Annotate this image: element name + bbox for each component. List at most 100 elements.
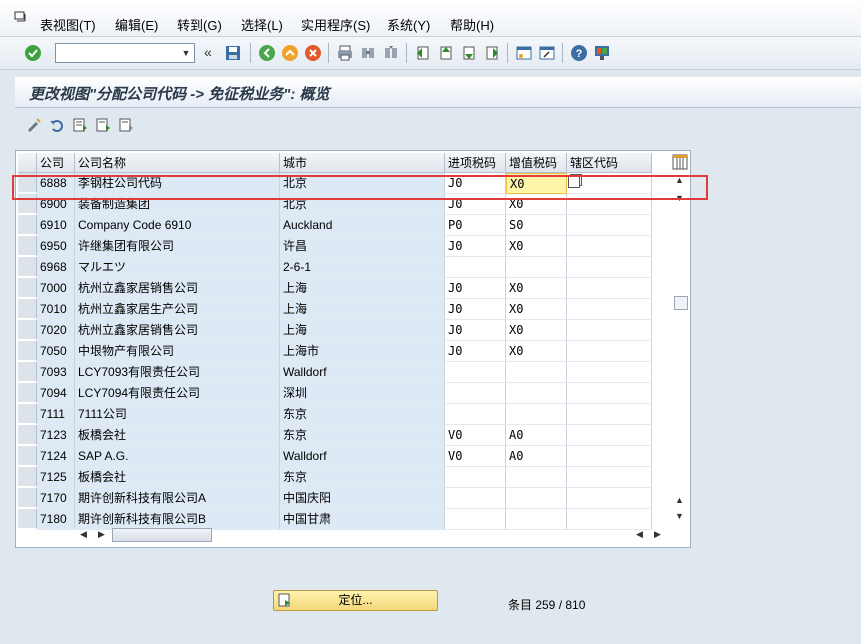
cell-vat-code[interactable]: A0 — [506, 425, 567, 446]
row-selector[interactable] — [18, 194, 37, 214]
menu-utilities[interactable]: 实用程序(S) — [301, 15, 370, 34]
row-selector[interactable] — [18, 509, 37, 529]
scroll-page-down-icon[interactable]: ▼ — [675, 193, 684, 203]
cell-input-tax-code[interactable] — [445, 257, 506, 278]
scroll-down-icon[interactable]: ▼ — [675, 511, 684, 521]
row-selector[interactable] — [18, 320, 37, 340]
select-block-icon[interactable] — [94, 116, 112, 134]
first-page-icon[interactable] — [414, 44, 432, 62]
column-header-city[interactable]: 城市 — [280, 153, 445, 173]
cell-input-tax-code[interactable] — [445, 488, 506, 509]
back-icon[interactable] — [258, 44, 276, 62]
system-menu-icon[interactable] — [14, 11, 26, 23]
menu-help[interactable]: 帮助(H) — [450, 15, 494, 34]
undo-icon[interactable] — [48, 116, 66, 134]
column-header-input-tax[interactable]: 进项税码 — [445, 153, 506, 173]
cell-input-tax-code[interactable]: J0 — [445, 320, 506, 341]
cell-input-tax-code[interactable]: J0 — [445, 341, 506, 362]
find-next-icon[interactable] — [382, 44, 400, 62]
cell-input-tax-code[interactable]: J0 — [445, 173, 506, 194]
shortcut-icon[interactable] — [538, 44, 556, 62]
menu-edit[interactable]: 编辑(E) — [115, 15, 158, 34]
cell-jurisdiction-code[interactable] — [567, 320, 652, 341]
row-selector[interactable] — [18, 215, 37, 235]
scroll-right-icon[interactable]: ▶ — [98, 529, 105, 540]
cell-vat-code[interactable]: X0 — [506, 341, 567, 362]
cell-vat-code[interactable]: X0 — [506, 173, 567, 194]
menu-goto[interactable]: 转到(G) — [177, 15, 222, 34]
row-selector[interactable] — [18, 257, 37, 277]
cell-jurisdiction-code[interactable] — [567, 194, 652, 215]
cell-jurisdiction-code[interactable] — [567, 383, 652, 404]
table-settings-icon[interactable] — [672, 153, 688, 171]
scroll-page-up-icon[interactable]: ▲ — [675, 495, 684, 505]
row-selector[interactable] — [18, 467, 37, 487]
menu-table-view[interactable]: 表视图(T) — [40, 15, 96, 34]
cell-input-tax-code[interactable]: V0 — [445, 446, 506, 467]
row-selector[interactable] — [18, 425, 37, 445]
display-change-icon[interactable] — [25, 116, 43, 134]
row-selector[interactable] — [18, 404, 37, 424]
row-selector[interactable] — [18, 362, 37, 382]
row-selector[interactable] — [18, 488, 37, 508]
cell-vat-code[interactable] — [506, 383, 567, 404]
print-icon[interactable] — [336, 44, 354, 62]
cell-input-tax-code[interactable]: J0 — [445, 278, 506, 299]
menu-system[interactable]: 系统(Y) — [387, 15, 430, 34]
value-help-icon[interactable] — [568, 176, 580, 188]
cell-input-tax-code[interactable]: J0 — [445, 236, 506, 257]
position-button[interactable]: 定位... — [273, 590, 438, 611]
scroll-up-icon[interactable]: ▲ — [675, 175, 684, 185]
prev-page-icon[interactable] — [437, 44, 455, 62]
cell-vat-code[interactable]: X0 — [506, 278, 567, 299]
cell-jurisdiction-code[interactable] — [567, 362, 652, 383]
row-selector[interactable] — [18, 278, 37, 298]
cell-input-tax-code[interactable] — [445, 362, 506, 383]
column-header-vat[interactable]: 增值税码 — [506, 153, 567, 173]
cell-input-tax-code[interactable] — [445, 467, 506, 488]
exit-icon[interactable] — [281, 44, 299, 62]
chevron-down-icon[interactable]: ▼ — [178, 44, 194, 62]
horizontal-scrollbar[interactable]: ◀ ▶ ◀ ▶ — [76, 527, 670, 543]
cell-vat-code[interactable]: X0 — [506, 299, 567, 320]
deselect-all-icon[interactable] — [117, 116, 135, 134]
menu-selection[interactable]: 选择(L) — [241, 15, 283, 34]
cancel-icon[interactable] — [304, 44, 322, 62]
vertical-scrollbar[interactable]: ▲ ▼ ▲ ▼ — [672, 173, 688, 523]
cell-jurisdiction-code[interactable] — [567, 404, 652, 425]
cell-input-tax-code[interactable]: P0 — [445, 215, 506, 236]
next-page-icon[interactable] — [460, 44, 478, 62]
save-icon[interactable] — [224, 44, 242, 62]
cell-input-tax-code[interactable] — [445, 383, 506, 404]
column-header-company-name[interactable]: 公司名称 — [75, 153, 280, 173]
scroll-left-icon[interactable]: ◀ — [80, 529, 87, 540]
cell-vat-code[interactable]: S0 — [506, 215, 567, 236]
column-header-jurisdiction[interactable]: 辖区代码 — [567, 153, 652, 173]
new-session-icon[interactable] — [515, 44, 533, 62]
cell-jurisdiction-code[interactable] — [567, 425, 652, 446]
cell-jurisdiction-code[interactable] — [567, 278, 652, 299]
cell-jurisdiction-code[interactable] — [567, 215, 652, 236]
cell-jurisdiction-code[interactable] — [567, 299, 652, 320]
column-header-company[interactable]: 公司 — [37, 153, 75, 173]
collapse-command-icon[interactable]: « — [204, 44, 212, 60]
row-selector[interactable] — [18, 383, 37, 403]
row-selector[interactable] — [18, 341, 37, 361]
row-selector[interactable] — [18, 299, 37, 319]
cell-vat-code[interactable] — [506, 488, 567, 509]
customize-layout-icon[interactable] — [593, 44, 611, 62]
row-selector[interactable] — [18, 173, 37, 193]
find-icon[interactable] — [359, 44, 377, 62]
cell-input-tax-code[interactable] — [445, 404, 506, 425]
cell-jurisdiction-code[interactable] — [567, 446, 652, 467]
cell-vat-code[interactable]: A0 — [506, 446, 567, 467]
scroll-far-left-icon[interactable]: ◀ — [636, 529, 643, 540]
cell-jurisdiction-code[interactable] — [567, 236, 652, 257]
cell-vat-code[interactable] — [506, 362, 567, 383]
row-selector[interactable] — [18, 236, 37, 256]
cell-vat-code[interactable]: X0 — [506, 194, 567, 215]
cell-input-tax-code[interactable]: J0 — [445, 299, 506, 320]
cell-jurisdiction-code[interactable] — [567, 257, 652, 278]
command-field[interactable]: ▼ — [55, 43, 195, 63]
scroll-far-right-icon[interactable]: ▶ — [654, 529, 661, 540]
